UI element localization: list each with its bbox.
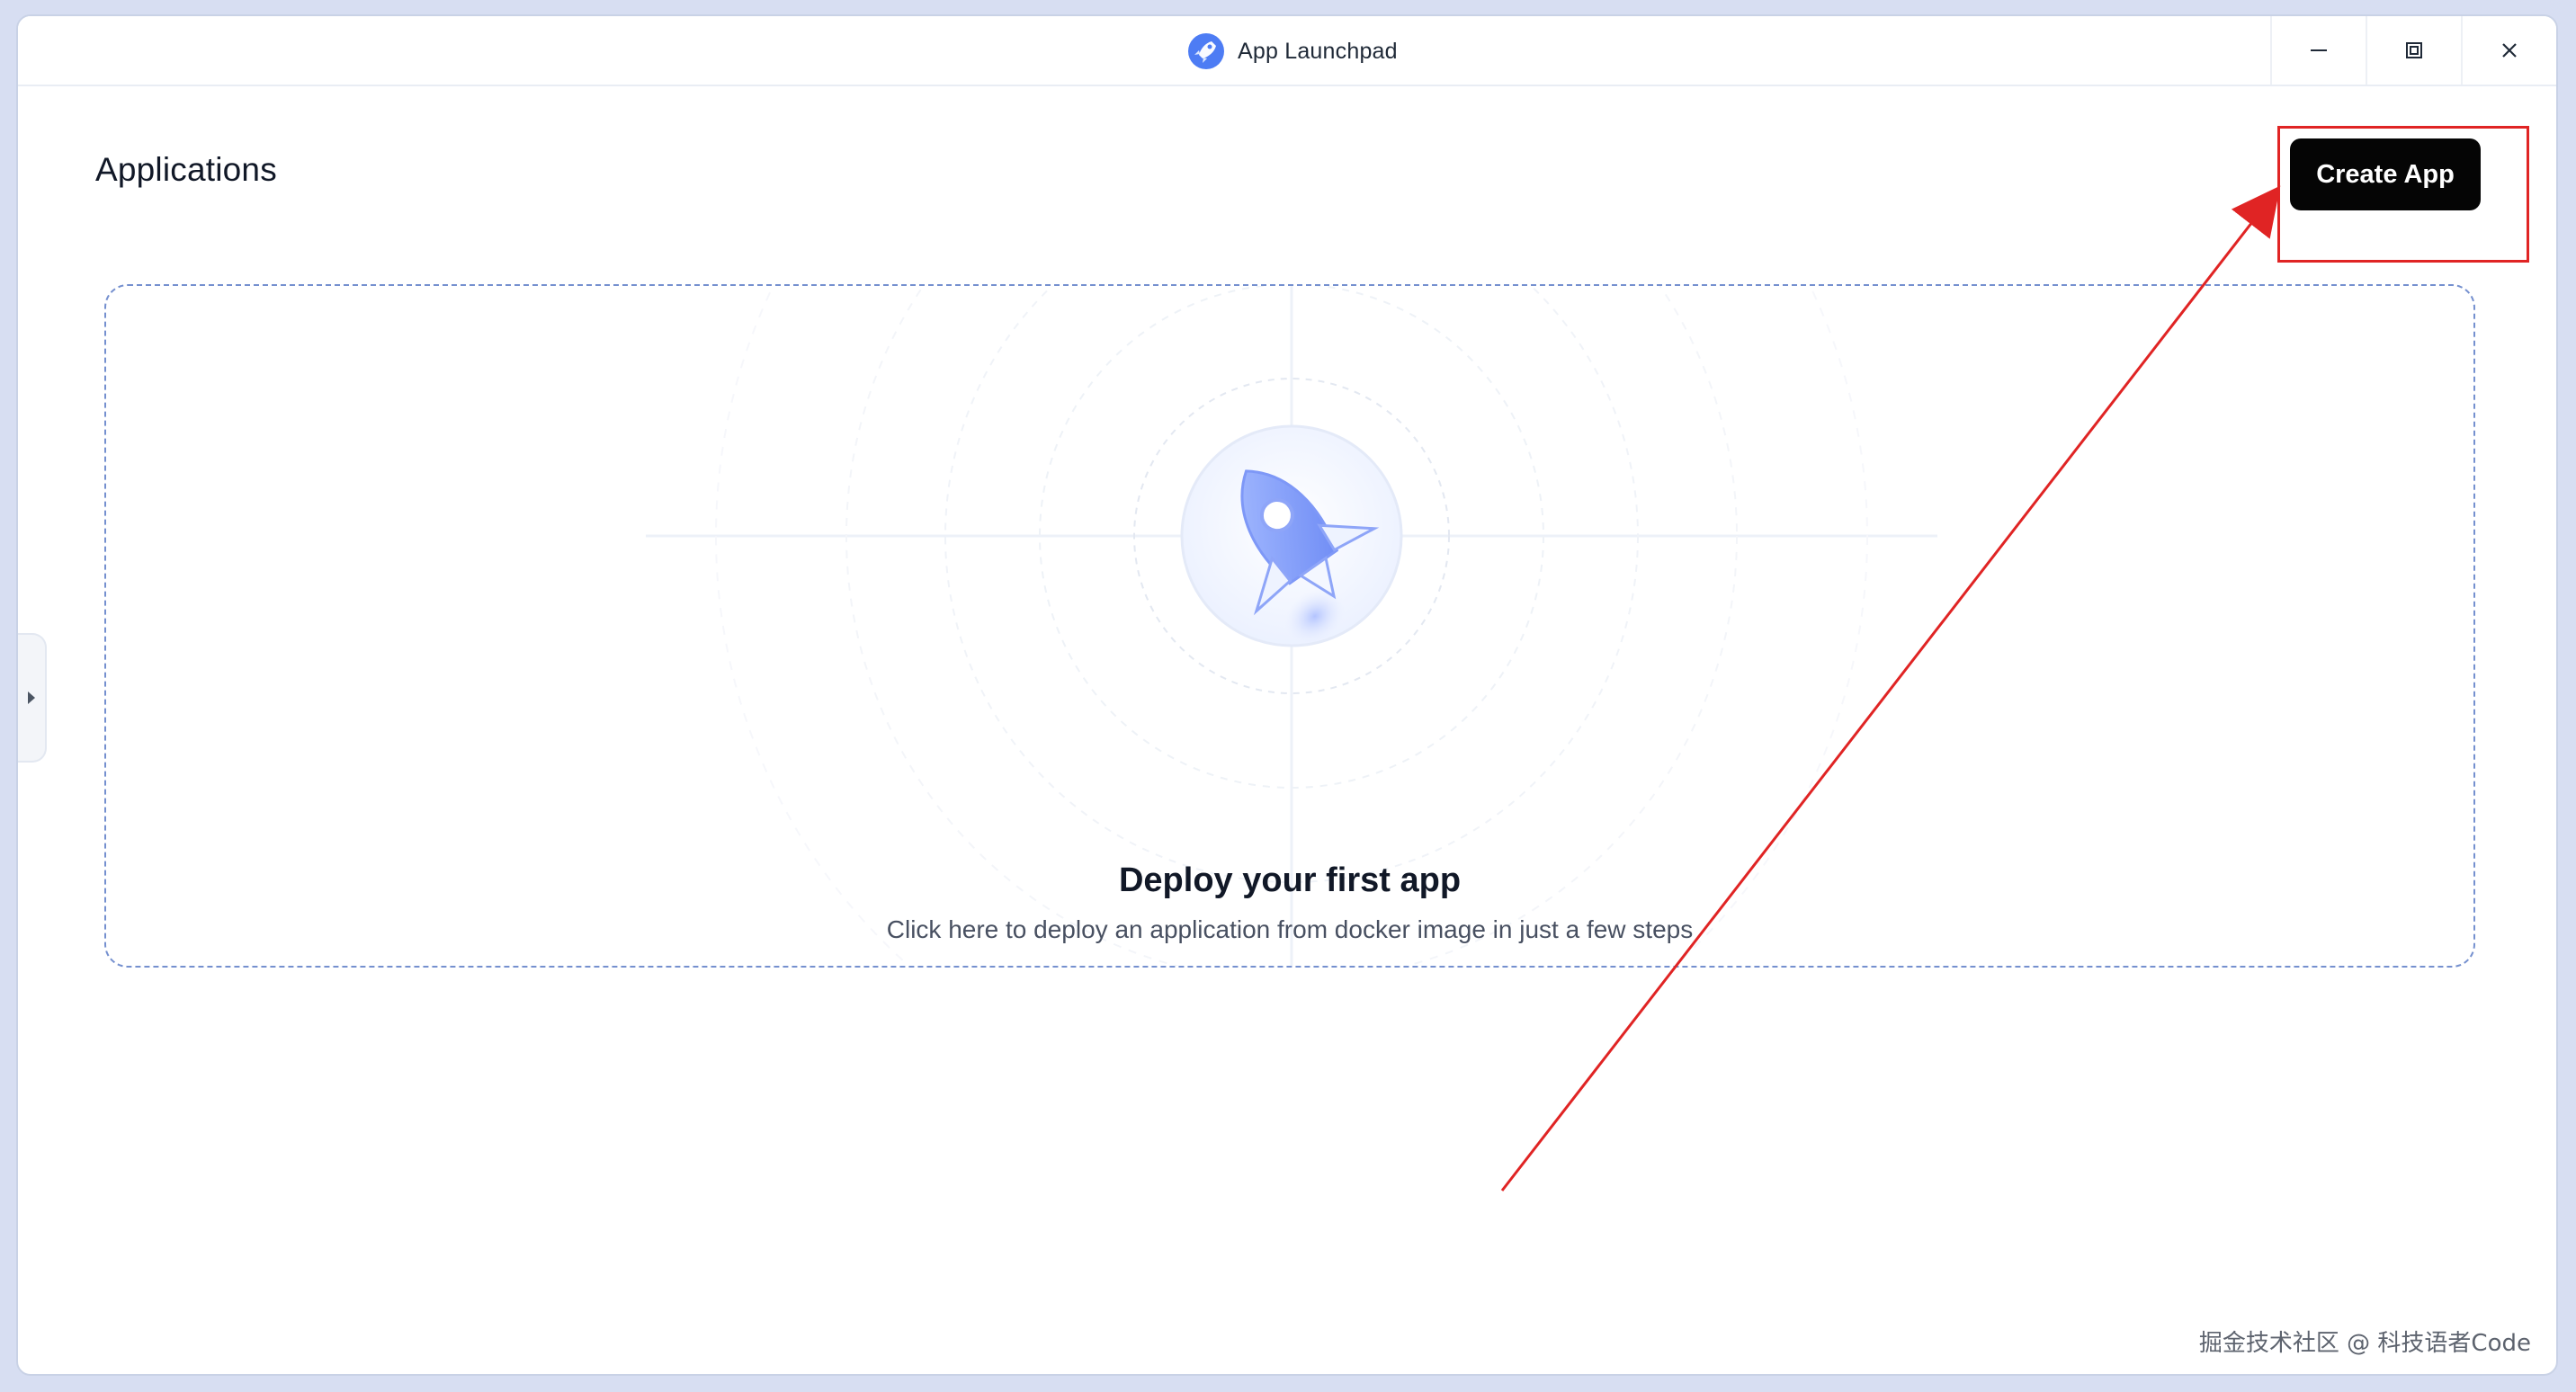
window-title: App Launchpad xyxy=(1238,38,1398,64)
close-icon xyxy=(2502,43,2517,58)
watermark: 掘金技术社区 @ 科技语者Code xyxy=(2198,1330,2531,1357)
empty-state-title: Deploy your first app xyxy=(1118,861,1462,899)
rocket-icon xyxy=(1188,33,1224,69)
page-title: Applications xyxy=(95,151,277,188)
empty-state-subtitle: Click here to deploy an application from… xyxy=(886,915,1694,943)
maximize-button[interactable] xyxy=(2366,16,2461,85)
chevron-right-icon xyxy=(28,692,35,704)
sidebar-toggle[interactable] xyxy=(18,633,47,763)
minimize-button[interactable] xyxy=(2270,16,2366,85)
page-header: Applications xyxy=(95,151,277,189)
window-controls xyxy=(2270,16,2556,85)
title-bar[interactable]: App Launchpad xyxy=(18,16,2556,86)
deploy-first-app-card[interactable]: Deploy your first app Click here to depl… xyxy=(104,284,2475,968)
minimize-icon xyxy=(2311,49,2327,51)
title-group: App Launchpad xyxy=(1187,32,1398,70)
app-window: App Launchpad Applications Create App De… xyxy=(16,14,2558,1376)
close-button[interactable] xyxy=(2461,16,2556,85)
maximize-icon xyxy=(2406,42,2422,58)
create-app-button[interactable]: Create App xyxy=(2290,138,2481,210)
